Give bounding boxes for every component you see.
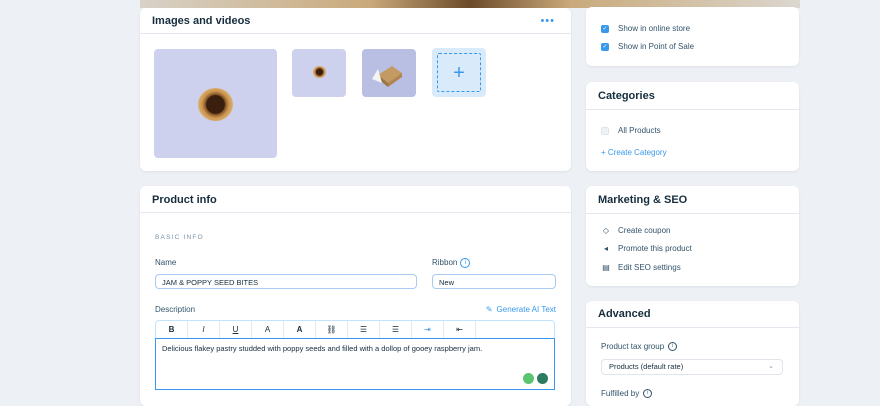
categories-card: Categories All Products + Create Categor…: [586, 82, 799, 171]
ribbon-label: Ribbon i: [432, 258, 471, 268]
marketing-seo-card: Marketing & SEO ◇ Create coupon ◂ Promote …: [586, 186, 799, 286]
card-title: Advanced: [598, 308, 651, 320]
create-coupon-label: Create coupon: [618, 226, 671, 235]
divider: [140, 33, 571, 34]
tax-group-select[interactable]: Products (default rate) ⌄: [601, 359, 783, 375]
divider: [586, 109, 799, 110]
seo-icon: ▤: [602, 263, 610, 272]
section-label: BASIC INFO: [155, 234, 204, 241]
checkbox-checked-icon[interactable]: ✓: [601, 42, 609, 51]
advanced-card: Advanced Product tax group i Products (de…: [586, 301, 799, 406]
promote-label: Promote this product: [618, 244, 692, 253]
point-of-sale-label: Show in Point of Sale: [618, 42, 695, 51]
assistant-icon[interactable]: [537, 373, 548, 384]
description-label: Description: [155, 305, 196, 314]
box-image: [372, 66, 402, 87]
images-videos-card: Images and videos ••• +: [140, 8, 571, 171]
card-title: Marketing & SEO: [598, 194, 688, 206]
ribbon-label-text: Ribbon: [432, 258, 458, 268]
checkbox-unchecked-icon[interactable]: [601, 126, 609, 135]
megaphone-icon: ◂: [603, 244, 608, 253]
link-button[interactable]: ⛓: [316, 321, 348, 338]
numbered-list-button[interactable]: ☰: [380, 321, 412, 338]
bullet-list-button[interactable]: ☰: [348, 321, 380, 338]
indent-button[interactable]: ⇥: [412, 321, 444, 338]
fulfilled-by-label: Fulfilled by i: [601, 389, 653, 399]
ribbon-input[interactable]: New: [432, 274, 556, 289]
info-icon[interactable]: i: [643, 389, 653, 399]
editor-toolbar: B I U A A ⛓ ☰ ☰ ⇥ ⇤: [155, 320, 555, 338]
add-media-button[interactable]: +: [432, 48, 486, 97]
description-text: Delicious flakey pastry studded with pop…: [162, 344, 483, 353]
divider: [586, 327, 799, 328]
fulfilled-by-label-text: Fulfilled by: [601, 389, 640, 398]
plus-icon: +: [453, 62, 465, 84]
italic-button[interactable]: I: [188, 321, 220, 338]
card-title: Images and videos: [152, 15, 251, 27]
divider: [140, 212, 571, 213]
more-icon[interactable]: •••: [540, 15, 555, 27]
tax-group-label: Product tax group i: [601, 342, 678, 352]
visibility-card: ✓ Show in online store ✓ Show in Point o…: [586, 7, 799, 66]
online-store-row[interactable]: ✓ Show in online store: [601, 24, 690, 33]
coupon-icon: ◇: [602, 226, 610, 235]
all-products-label: All Products: [618, 126, 661, 135]
tax-group-label-text: Product tax group: [601, 342, 665, 351]
card-title: Product info: [152, 194, 217, 206]
bold-button[interactable]: B: [156, 321, 188, 338]
info-icon[interactable]: i: [460, 258, 471, 268]
info-icon[interactable]: i: [668, 342, 678, 352]
divider: [586, 213, 799, 214]
online-store-label: Show in online store: [618, 24, 691, 33]
editor-icons: [520, 373, 548, 384]
magic-wand-icon: ✎: [485, 305, 493, 314]
description-editor[interactable]: Delicious flakey pastry studded with pop…: [155, 338, 555, 390]
name-label: Name: [155, 258, 177, 267]
create-category-link[interactable]: + Create Category: [601, 148, 667, 157]
cookie-image: [313, 66, 326, 78]
card-title: Categories: [598, 90, 655, 102]
generate-ai-text-label: Generate AI Text: [496, 305, 556, 314]
generate-ai-text-link[interactable]: ✎ Generate AI Text: [486, 305, 556, 314]
text-color-button[interactable]: A: [252, 321, 284, 338]
outdent-button[interactable]: ⇤: [444, 321, 476, 338]
create-coupon-item[interactable]: ◇ Create coupon: [601, 226, 671, 235]
cookie-image: [198, 88, 233, 121]
product-image-main[interactable]: [154, 49, 277, 158]
tax-group-value: Products (default rate): [609, 362, 684, 371]
point-of-sale-row[interactable]: ✓ Show in Point of Sale: [601, 42, 694, 51]
underline-button[interactable]: U: [220, 321, 252, 338]
product-info-card: Product info BASIC INFO Name JAM & POPPY…: [140, 186, 571, 406]
dropzone: +: [437, 53, 481, 92]
name-input[interactable]: JAM & POPPY SEED BITES: [155, 274, 417, 289]
all-products-row[interactable]: All Products: [601, 126, 661, 135]
product-image-3[interactable]: [362, 49, 416, 97]
promote-item[interactable]: ◂ Promote this product: [601, 244, 692, 253]
seo-settings-label: Edit SEO settings: [618, 263, 681, 272]
chevron-down-icon: ⌄: [768, 363, 774, 370]
highlight-button[interactable]: A: [284, 321, 316, 338]
seo-settings-item[interactable]: ▤ Edit SEO settings: [601, 263, 681, 272]
product-image-2[interactable]: [292, 49, 346, 97]
grammar-icon[interactable]: [523, 373, 534, 384]
checkbox-checked-icon[interactable]: ✓: [601, 24, 609, 33]
